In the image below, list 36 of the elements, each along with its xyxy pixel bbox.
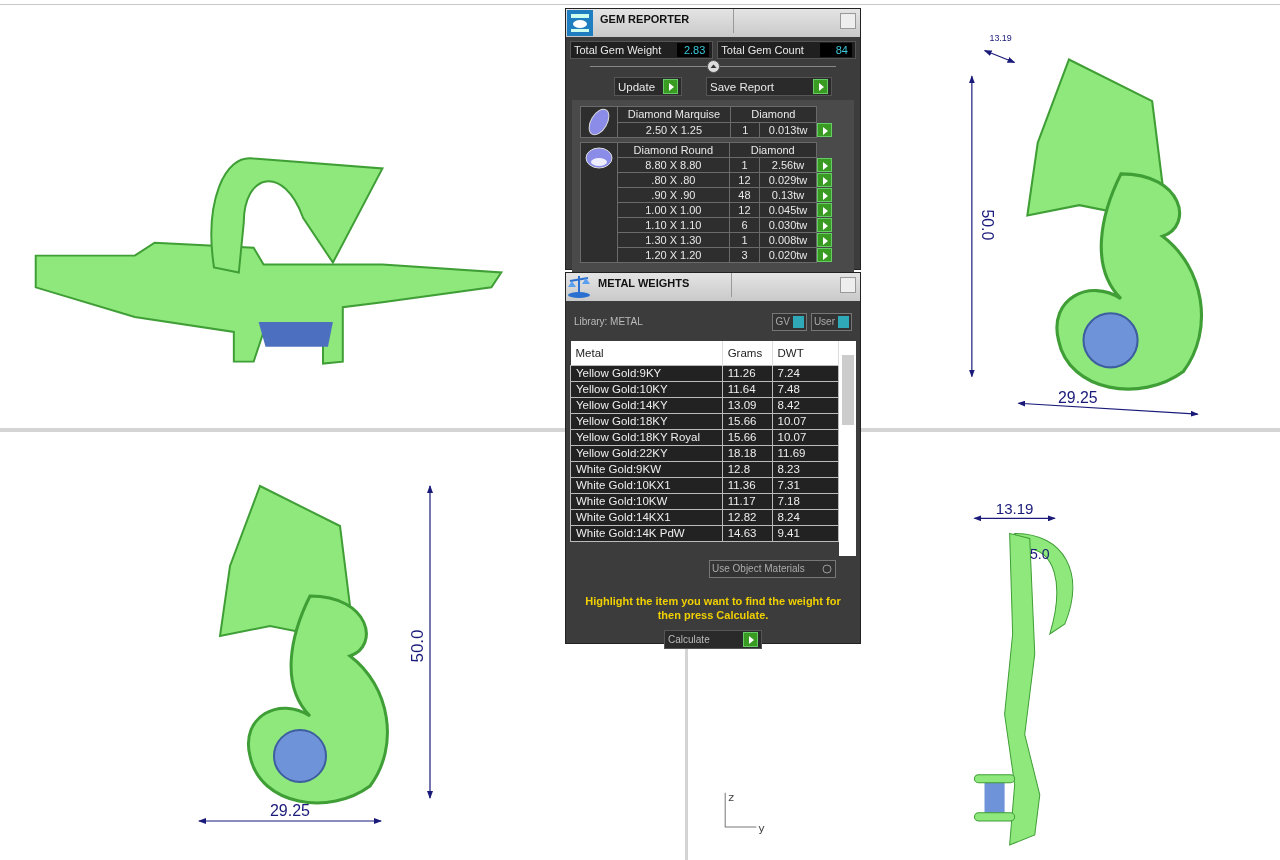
library-label: Library: METAL bbox=[574, 315, 643, 329]
dimension-label: 50.0 bbox=[978, 209, 996, 241]
total-count-label: Total Gem Count bbox=[721, 43, 804, 57]
scale-icon bbox=[566, 273, 592, 299]
report-icon bbox=[567, 10, 593, 36]
dimension-label: 29.25 bbox=[1058, 389, 1098, 407]
gem-shape: Diamond Marquise bbox=[617, 106, 731, 122]
dimension-label: 13.19 bbox=[995, 500, 1034, 518]
save-report-button[interactable]: Save Report bbox=[706, 77, 832, 96]
axis-label: z bbox=[728, 790, 734, 804]
gem-shape: Diamond Round bbox=[617, 142, 730, 158]
update-button[interactable]: Update bbox=[614, 77, 682, 96]
total-weight-value: 2.83 bbox=[677, 43, 710, 57]
dimension-label: 29.25 bbox=[270, 802, 310, 819]
gem-material: Diamond bbox=[729, 142, 817, 158]
calculate-button[interactable]: Calculate bbox=[664, 630, 762, 649]
toggle-switch[interactable]: User bbox=[810, 313, 852, 331]
total-weight-label: Total Gem Weight bbox=[574, 43, 662, 57]
axis-indicator-icon bbox=[724, 792, 757, 828]
total-count-value: 84 bbox=[820, 43, 852, 57]
column-header[interactable]: Metal bbox=[570, 341, 723, 365]
axis-label: y bbox=[758, 821, 765, 835]
dimension-line bbox=[983, 49, 1016, 64]
toggle-switch[interactable]: GV bbox=[772, 313, 807, 331]
instruction-text: Highlight the item you want to find the weight for then press Calculate. bbox=[584, 594, 842, 622]
window-title: GEM REPORTER bbox=[594, 9, 734, 33]
column-header[interactable]: DWT bbox=[772, 341, 839, 365]
radio-icon bbox=[821, 563, 833, 575]
column-header[interactable]: Grams bbox=[722, 341, 772, 365]
dimension-label: 50.0 bbox=[408, 629, 427, 663]
dimension-label: 13.19 bbox=[989, 32, 1012, 43]
scrollbar[interactable] bbox=[839, 341, 856, 556]
collapse-handle-icon[interactable] bbox=[706, 59, 720, 73]
window-title: METAL WEIGHTS bbox=[592, 273, 732, 297]
use-object-materials-checkbox[interactable]: Use Object Materials bbox=[709, 560, 836, 578]
gem-material: Diamond bbox=[730, 106, 817, 122]
